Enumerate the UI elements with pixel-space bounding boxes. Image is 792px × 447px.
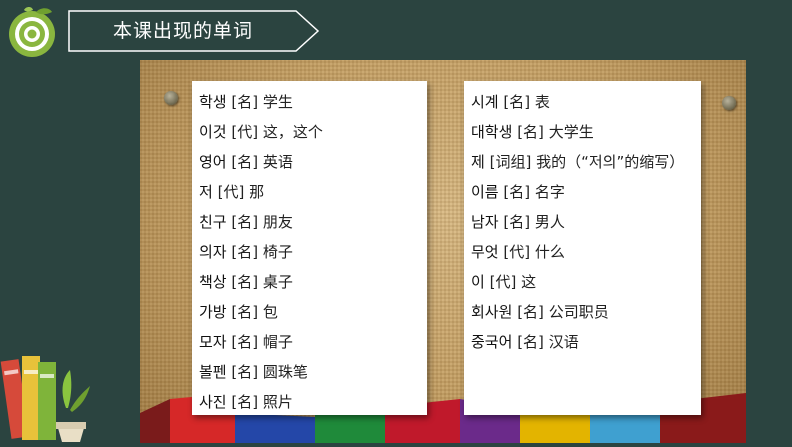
vocab-panel-left: 학생 [名] 学生 이것 [代] 这，这个 영어 [名] 英语 저 [代] 那 … (192, 81, 427, 415)
vocab-list-left: 학생 [名] 学生 이것 [代] 这，这个 영어 [名] 英语 저 [代] 那 … (192, 81, 427, 417)
vocab-item: 중국어 [名] 汉语 (471, 333, 579, 351)
vocab-item: 볼펜 [名] 圆珠笔 (199, 363, 308, 381)
vocab-list-right: 시계 [名] 表 대학생 [名] 大学生 제 [词组] 我的（“저의”的缩写） … (464, 81, 701, 357)
vocab-item: 제 [词组] 我的（“저의”的缩写） (471, 153, 685, 171)
vocab-item: 대학생 [名] 大学生 (471, 123, 594, 141)
vocab-item: 영어 [名] 英语 (199, 153, 293, 171)
vocab-item: 친구 [名] 朋友 (199, 213, 293, 231)
vocab-item: 의자 [名] 椅子 (199, 243, 293, 261)
vocab-item: 남자 [名] 男人 (471, 213, 565, 231)
vocab-item: 모자 [名] 帽子 (199, 333, 293, 351)
title-banner: 本课出现的单词 (68, 10, 320, 52)
vocab-item: 시계 [名] 表 (471, 93, 550, 111)
thumbtack-icon-right (722, 96, 736, 110)
vocab-item: 이것 [代] 这，这个 (199, 123, 323, 141)
vocab-item: 이름 [名] 名字 (471, 183, 565, 201)
vocab-item: 무엇 [代] 什么 (471, 243, 565, 261)
page-title: 本课出现的单词 (112, 20, 253, 42)
logo-target-icon (6, 6, 58, 58)
burlap-board: 학생 [名] 学生 이것 [代] 这，这个 영어 [名] 英语 저 [代] 那 … (140, 60, 746, 443)
vocab-item: 저 [代] 那 (199, 183, 265, 201)
books-plant-icon (0, 330, 92, 443)
vocab-item: 학생 [名] 学生 (199, 93, 293, 111)
vocab-item: 가방 [名] 包 (199, 303, 278, 321)
thumbtack-icon-left (164, 91, 178, 105)
vocab-item: 이 [代] 这 (471, 273, 537, 291)
vocab-item: 회사원 [名] 公司职员 (471, 303, 609, 321)
vocab-item: 책상 [名] 桌子 (199, 273, 293, 291)
vocab-item: 사진 [名] 照片 (199, 393, 293, 411)
vocab-panel-right: 시계 [名] 表 대학생 [名] 大学生 제 [词组] 我的（“저의”的缩写） … (464, 81, 701, 415)
